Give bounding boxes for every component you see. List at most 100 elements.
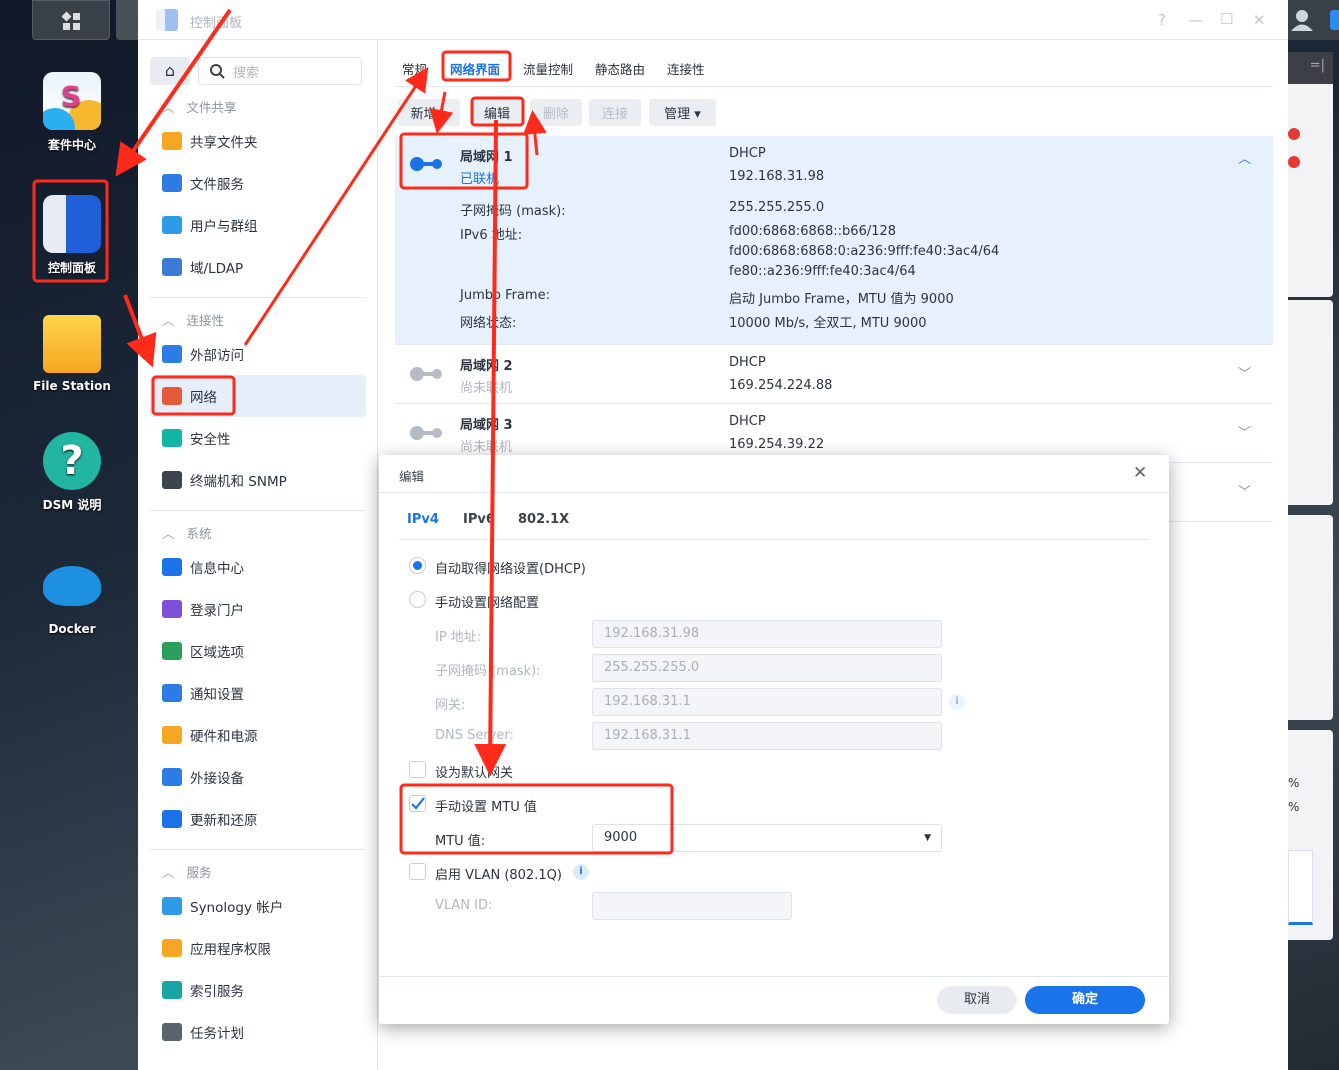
tab-ipv4[interactable]: IPv4	[407, 512, 439, 527]
dhcp-radio[interactable]	[409, 557, 426, 574]
gateway-label: 网关:	[435, 698, 466, 713]
home-button[interactable]: ⌂	[150, 57, 190, 85]
sidebar-item[interactable]: 更新和还原	[150, 798, 366, 840]
help-button[interactable]: ?	[1158, 11, 1166, 29]
sidebar-item-icon	[162, 1023, 182, 1041]
sidebar-item[interactable]: 用户与群组	[150, 204, 366, 246]
edit-button[interactable]: 编辑	[472, 99, 522, 126]
control-panel-icon	[43, 195, 101, 253]
sidebar-item-label: 应用程序权限	[190, 942, 271, 958]
sidebar-item[interactable]: 网络	[150, 375, 366, 417]
gateway-input[interactable]: 192.168.31.1	[592, 688, 942, 716]
sidebar-item[interactable]: 通知设置	[150, 672, 366, 714]
chevron-down-icon[interactable]: ﹀	[1238, 481, 1251, 500]
manage-dropdown[interactable]: 管理 ▾	[649, 99, 716, 126]
ethernet-connected-icon	[410, 157, 442, 171]
chevron-down-icon[interactable]: ﹀	[1238, 363, 1251, 382]
ethernet-disconnected-icon	[410, 426, 442, 440]
chevron-up-icon: ︿	[162, 526, 175, 541]
sidebar-item[interactable]: 共享文件夹	[150, 120, 366, 162]
vlan-checkbox[interactable]	[409, 863, 426, 880]
mtu-select[interactable]: 9000 ▼	[592, 824, 942, 852]
sidebar-section-header[interactable]: ︿ 连接性	[162, 310, 224, 329]
widget-icon[interactable]	[1330, 10, 1339, 30]
sidebar-divider	[150, 297, 366, 298]
docker-whale-icon	[43, 566, 101, 606]
mtu-value: 9000	[604, 830, 638, 845]
desktop-icon-control-panel[interactable]: 控制面板	[20, 195, 124, 276]
tab[interactable]: 网络界面	[450, 59, 500, 78]
desktop-icon-file-station[interactable]: File Station	[20, 315, 124, 393]
sidebar-section-header[interactable]: ︿ 服务	[162, 862, 212, 881]
cancel-button[interactable]: 取消	[937, 986, 1017, 1014]
sidebar-item[interactable]: 外接设备	[150, 756, 366, 798]
sidebar-item-label: 外部访问	[190, 348, 244, 364]
sidebar-item[interactable]: 索引服务	[150, 969, 366, 1011]
tab-ipv6[interactable]: IPv6	[463, 512, 495, 527]
info-icon[interactable]: i	[949, 694, 965, 710]
sidebar-item[interactable]: 区域选项	[150, 630, 366, 672]
sidebar-item-label: Synology 帐户	[190, 900, 284, 916]
taskbar-control-panel[interactable]	[116, 0, 138, 40]
ok-button[interactable]: 确定	[1025, 986, 1145, 1014]
mask-input[interactable]: 255.255.255.0	[592, 654, 942, 682]
manual-mtu-checkbox[interactable]	[409, 795, 426, 812]
caret-down-icon: ▼	[924, 833, 931, 843]
minimize-button[interactable]: —	[1188, 11, 1203, 29]
desktop-icon-label: 套件中心	[47, 138, 96, 152]
maximize-button[interactable]: ☐	[1220, 10, 1233, 28]
mask-label: 子网掩码 (mask):	[435, 664, 541, 679]
sidebar-item-icon	[162, 981, 182, 999]
desktop-icon-dsm-help[interactable]: ? DSM 说明	[20, 432, 124, 513]
sidebar-item[interactable]: 域/LDAP	[150, 246, 366, 288]
desktop-icon-package-center[interactable]: S 套件中心	[20, 72, 124, 153]
interface-row-lan1[interactable]: 局域网 1 已联机 DHCP 192.168.31.98 子网掩码 (mask)…	[395, 136, 1273, 345]
sidebar-item[interactable]: 任务计划	[150, 1011, 366, 1053]
sidebar-item-icon	[162, 558, 182, 576]
vlan-id-input[interactable]	[592, 892, 792, 920]
main-menu-button[interactable]	[32, 0, 110, 40]
search-placeholder: 搜索	[233, 65, 260, 81]
close-button[interactable]: ✕	[1253, 11, 1266, 29]
chevron-up-icon[interactable]: ︿	[1238, 148, 1251, 167]
sidebar-item-icon	[162, 684, 182, 702]
info-icon[interactable]: i	[573, 864, 589, 880]
sidebar-item[interactable]: 应用程序权限	[150, 927, 366, 969]
stop-icon	[1288, 128, 1300, 140]
sidebar-item[interactable]: 外部访问	[150, 333, 366, 375]
sidebar-section-header[interactable]: ︿ 系统	[162, 523, 212, 542]
sidebar-item[interactable]: 登录门户	[150, 588, 366, 630]
dns-input[interactable]: 192.168.31.1	[592, 722, 942, 750]
chevron-down-icon[interactable]: ﹀	[1238, 422, 1251, 441]
sidebar-item[interactable]: 硬件和电源	[150, 714, 366, 756]
interface-row-lan2[interactable]: 局域网 2 尚未联机 DHCP 169.254.224.88 ﹀	[395, 345, 1273, 404]
ip-input[interactable]: 192.168.31.98	[592, 620, 942, 648]
sidebar-item[interactable]: 安全性	[150, 417, 366, 459]
interface-mode: DHCP	[729, 355, 766, 370]
sidebar-item[interactable]: 终端机和 SNMP	[150, 459, 366, 501]
tab[interactable]: 静态路由	[595, 59, 645, 78]
desktop-icon-docker[interactable]: Docker	[20, 558, 124, 636]
sidebar: ⌂ 搜索 ︿ 文件共享共享文件夹文件服务 用户与群组 域/LDAP ︿ 连接性外部访问网络…	[138, 40, 378, 1070]
user-icon[interactable]	[1290, 8, 1314, 32]
sidebar-item[interactable]: Synology 帐户	[150, 885, 366, 927]
delete-button[interactable]: 删除	[530, 99, 582, 126]
tab[interactable]: 常规	[402, 59, 427, 78]
default-gateway-checkbox[interactable]	[409, 761, 426, 778]
dialog-close-button[interactable]: ✕	[1133, 463, 1147, 483]
search-input[interactable]: 搜索	[198, 57, 362, 85]
edit-dialog: 编辑 ✕ IPv4 IPv6 802.1X 自动取得网络设置(DHCP) 手动设…	[379, 455, 1169, 1024]
sidebar-item[interactable]: 信息中心	[150, 546, 366, 588]
manual-radio[interactable]	[409, 591, 426, 608]
sidebar-item-label: 共享文件夹	[190, 135, 258, 151]
sidebar-item[interactable]: 文件服务	[150, 162, 366, 204]
tab-8021x[interactable]: 802.1X	[518, 512, 569, 527]
add-button[interactable]: 新增 ▾	[398, 99, 460, 126]
sidebar-section-header[interactable]: ︿ 文件共享	[162, 97, 237, 116]
detail-label: Jumbo Frame:	[460, 288, 550, 303]
tab[interactable]: 连接性	[667, 59, 705, 78]
connect-button[interactable]: 连接	[589, 99, 641, 126]
sidebar-item-icon	[162, 387, 182, 405]
widget-menu-icon: =|	[1288, 52, 1333, 84]
tab[interactable]: 流量控制	[523, 59, 573, 78]
